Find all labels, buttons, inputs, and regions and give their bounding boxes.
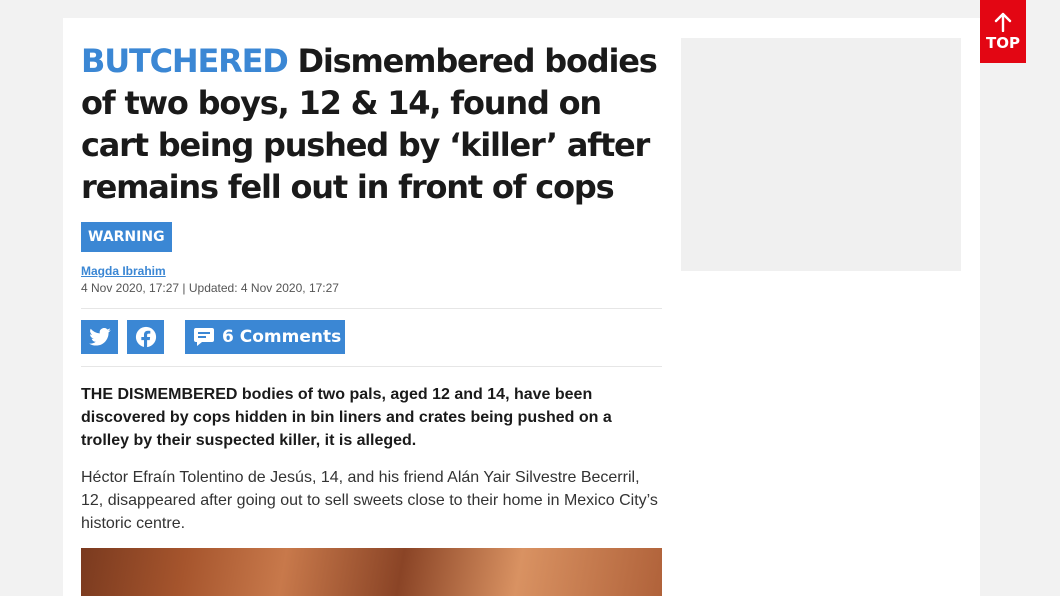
ad-placeholder: [681, 38, 961, 271]
article-image: [81, 548, 662, 596]
twitter-share-button[interactable]: [81, 320, 118, 354]
back-to-top-button[interactable]: TOP: [980, 0, 1026, 63]
arrow-up-icon: [994, 12, 1012, 32]
comments-button[interactable]: 6 Comments: [185, 320, 345, 354]
twitter-bird-icon: [88, 328, 111, 346]
standfirst: THE DISMEMBERED bodies of two pals, aged…: [81, 386, 612, 449]
warning-badge: WARNING: [81, 222, 172, 252]
facebook-f-icon: [135, 326, 156, 348]
speech-bubble-icon: [194, 328, 214, 346]
headline: BUTCHERED Dismembered bodies of two boys…: [81, 40, 662, 208]
article-paragraph: Héctor Efraín Tolentino de Jesús, 14, an…: [81, 469, 658, 532]
back-to-top-label: TOP: [986, 33, 1020, 52]
author-link[interactable]: Magda Ibrahim: [81, 264, 662, 278]
comments-label: 6 Comments: [222, 327, 342, 347]
dateline: 4 Nov 2020, 17:27 | Updated: 4 Nov 2020,…: [81, 281, 339, 295]
headline-kicker: BUTCHERED: [81, 42, 289, 80]
share-bar: 6 Comments: [81, 308, 662, 367]
article: BUTCHERED Dismembered bodies of two boys…: [81, 40, 662, 535]
facebook-share-button[interactable]: [127, 320, 164, 354]
page-container: BUTCHERED Dismembered bodies of two boys…: [63, 18, 980, 596]
